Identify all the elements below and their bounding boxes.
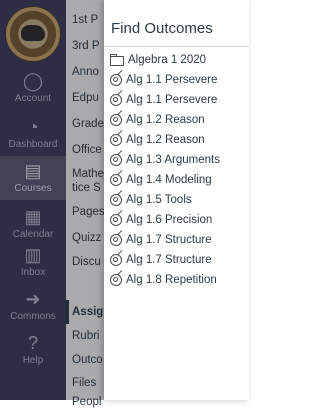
outcome-row[interactable]: Alg 1.7 Structure	[110, 250, 212, 270]
target-icon	[110, 134, 122, 146]
outcome-row[interactable]: Alg 1.3 Arguments	[110, 150, 220, 170]
outcome-label: Alg 1.8 Repetition	[126, 274, 217, 286]
outcome-label: Alg 1.6 Precision	[126, 214, 213, 226]
outcome-label: Alg 1.2 Reason	[126, 134, 205, 146]
outcome-group-row[interactable]: Algebra 1 2020	[110, 50, 206, 70]
tray-title: Find Outcomes	[111, 20, 213, 37]
target-icon	[110, 154, 122, 166]
outcome-group-label: Algebra 1 2020	[128, 54, 207, 66]
find-outcomes-tray: Find Outcomes Algebra 1 2020 Alg 1.1 Per…	[104, 0, 249, 400]
outcome-label: Alg 1.3 Arguments	[126, 154, 220, 166]
outcome-row[interactable]: Alg 1.1 Persevere	[110, 70, 217, 90]
target-icon	[110, 114, 122, 126]
target-icon	[110, 74, 122, 86]
outcome-label: Alg 1.2 Reason	[126, 114, 205, 126]
outcome-row[interactable]: Alg 1.4 Modeling	[110, 170, 212, 190]
target-icon	[110, 214, 122, 226]
target-icon	[110, 174, 122, 186]
outcome-label: Alg 1.7 Structure	[126, 234, 212, 246]
target-icon	[110, 234, 122, 246]
target-icon	[110, 274, 122, 286]
folder-icon	[110, 54, 124, 66]
target-icon	[110, 254, 122, 266]
outcome-label: Alg 1.5 Tools	[126, 194, 192, 206]
divider	[104, 46, 249, 47]
outcome-label: Alg 1.1 Persevere	[126, 74, 218, 86]
outcome-row[interactable]: Alg 1.8 Repetition	[110, 270, 217, 290]
outcome-label: Alg 1.7 Structure	[126, 254, 212, 266]
outcome-row[interactable]: Alg 1.1 Persevere	[110, 90, 217, 110]
outcome-row[interactable]: Alg 1.7 Structure	[110, 230, 212, 250]
target-icon	[110, 94, 122, 106]
target-icon	[110, 194, 122, 206]
outcome-row[interactable]: Alg 1.5 Tools	[110, 190, 192, 210]
outcome-row[interactable]: Alg 1.6 Precision	[110, 210, 212, 230]
outcome-label: Alg 1.4 Modeling	[126, 174, 212, 186]
outcome-row[interactable]: Alg 1.2 Reason	[110, 110, 205, 130]
modal-overlay[interactable]	[0, 0, 104, 400]
outcome-label: Alg 1.1 Persevere	[126, 94, 218, 106]
outcome-row[interactable]: Alg 1.2 Reason	[110, 130, 205, 150]
